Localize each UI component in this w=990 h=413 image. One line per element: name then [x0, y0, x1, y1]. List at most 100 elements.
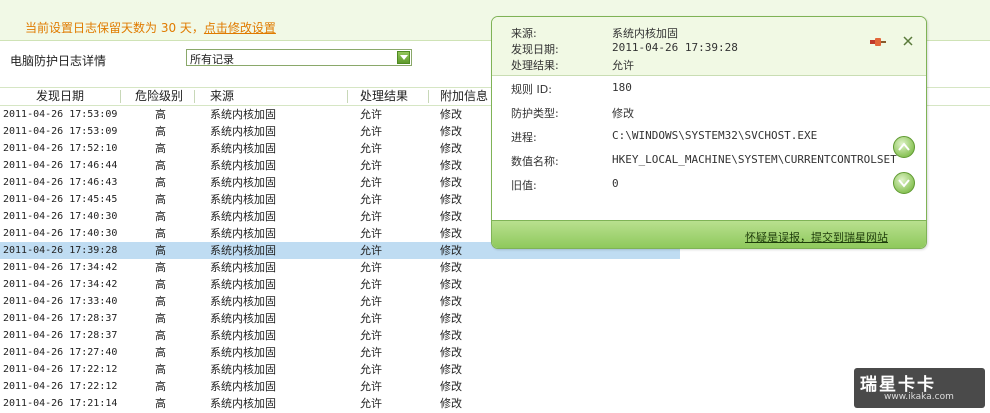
- watermark-url: www.ikaka.com: [884, 392, 954, 402]
- cell-info: 修改: [440, 278, 462, 291]
- column-divider[interactable]: [194, 90, 195, 103]
- cell-source: 系统内核加固: [210, 261, 276, 274]
- column-header-date[interactable]: 发现日期: [36, 88, 84, 105]
- cell-result: 允许: [360, 329, 382, 342]
- table-row[interactable]: 2011-04-26 17:22:12 高 系统内核加固 允许 修改: [0, 361, 990, 378]
- table-row[interactable]: 2011-04-26 17:34:42 高 系统内核加固 允许 修改: [0, 259, 990, 276]
- cell-info: 修改: [440, 380, 462, 393]
- modify-settings-link[interactable]: 点击修改设置: [204, 21, 276, 35]
- cell-result: 允许: [360, 363, 382, 376]
- cell-source: 系统内核加固: [210, 159, 276, 172]
- cell-result: 允许: [360, 159, 382, 172]
- cell-result: 允许: [360, 278, 382, 291]
- chevron-down-icon[interactable]: [397, 51, 410, 64]
- cell-source: 系统内核加固: [210, 312, 276, 325]
- cell-source: 系统内核加固: [210, 176, 276, 189]
- pin-icon[interactable]: [870, 37, 886, 47]
- cell-info: 修改: [440, 397, 462, 410]
- cell-result: 允许: [360, 244, 382, 257]
- cell-date: 2011-04-26 17:22:12: [3, 364, 118, 375]
- cell-date: 2011-04-26 17:28:37: [3, 330, 118, 341]
- table-row[interactable]: 2011-04-26 17:22:12 高 系统内核加固 允许 修改: [0, 378, 990, 395]
- column-header-level[interactable]: 危险级别: [135, 88, 183, 105]
- cell-level: 高: [155, 397, 166, 410]
- table-row[interactable]: 2011-04-26 17:33:40 高 系统内核加固 允许 修改: [0, 293, 990, 310]
- cell-date: 2011-04-26 17:52:10: [3, 143, 118, 154]
- cell-date: 2011-04-26 17:40:30: [3, 211, 118, 222]
- column-header-info[interactable]: 附加信息: [440, 88, 488, 105]
- cell-info: 修改: [440, 312, 462, 325]
- cell-date: 2011-04-26 17:53:09: [3, 126, 118, 137]
- date-value: 2011-04-26 17:39:28: [612, 41, 738, 54]
- cell-source: 系统内核加固: [210, 125, 276, 138]
- cell-info: 修改: [440, 346, 462, 359]
- value-name-label: 数值名称:: [511, 155, 559, 168]
- cell-info: 修改: [440, 193, 462, 206]
- cell-source: 系统内核加固: [210, 363, 276, 376]
- record-filter-value: 所有记录: [190, 53, 234, 66]
- result-label: 处理结果:: [511, 59, 559, 72]
- cell-date: 2011-04-26 17:53:09: [3, 109, 118, 120]
- source-label: 来源:: [511, 27, 537, 40]
- record-filter-select[interactable]: 所有记录: [186, 49, 412, 66]
- source-value: 系统内核加固: [612, 27, 678, 40]
- retention-notice-text: 当前设置日志保留天数为 30 天，: [25, 21, 204, 35]
- watermark-logo: 瑞星卡卡 www.ikaka.com: [854, 368, 985, 408]
- scroll-up-icon[interactable]: [893, 136, 915, 158]
- log-detail-label: 电脑防护日志详情: [10, 54, 107, 68]
- cell-result: 允许: [360, 312, 382, 325]
- cell-info: 修改: [440, 210, 462, 223]
- cell-level: 高: [155, 329, 166, 342]
- process-label: 进程:: [511, 131, 537, 144]
- cell-result: 允许: [360, 125, 382, 138]
- result-value: 允许: [612, 59, 634, 72]
- cell-info: 修改: [440, 261, 462, 274]
- retention-notice: 当前设置日志保留天数为 30 天，点击修改设置: [25, 19, 276, 36]
- cell-date: 2011-04-26 17:46:43: [3, 177, 118, 188]
- cell-level: 高: [155, 363, 166, 376]
- table-row[interactable]: 2011-04-26 17:34:42 高 系统内核加固 允许 修改: [0, 276, 990, 293]
- cell-result: 允许: [360, 295, 382, 308]
- cell-level: 高: [155, 227, 166, 240]
- column-divider[interactable]: [347, 90, 348, 103]
- cell-source: 系统内核加固: [210, 227, 276, 240]
- column-divider[interactable]: [120, 90, 121, 103]
- cell-source: 系统内核加固: [210, 346, 276, 359]
- table-row[interactable]: 2011-04-26 17:28:37 高 系统内核加固 允许 修改: [0, 310, 990, 327]
- table-row[interactable]: 2011-04-26 17:21:14 高 系统内核加固 允许 修改: [0, 395, 990, 412]
- cell-info: 修改: [440, 244, 462, 257]
- scroll-down-icon[interactable]: [893, 172, 915, 194]
- protection-type-label: 防护类型:: [511, 107, 559, 120]
- cell-level: 高: [155, 125, 166, 138]
- cell-date: 2011-04-26 17:39:28: [3, 245, 118, 256]
- date-label: 发现日期:: [511, 43, 559, 56]
- cell-level: 高: [155, 278, 166, 291]
- cell-level: 高: [155, 244, 166, 257]
- cell-level: 高: [155, 346, 166, 359]
- process-value: C:\WINDOWS\SYSTEM32\SVCHOST.EXE: [612, 129, 818, 142]
- cell-date: 2011-04-26 17:34:42: [3, 262, 118, 273]
- cell-result: 允许: [360, 142, 382, 155]
- popup-header: 来源: 系统内核加固 发现日期: 2011-04-26 17:39:28 处理结…: [492, 17, 926, 76]
- report-false-positive-link[interactable]: 怀疑是误报，提交到瑞星网站: [745, 229, 888, 245]
- cell-source: 系统内核加固: [210, 244, 276, 257]
- cell-source: 系统内核加固: [210, 295, 276, 308]
- cell-level: 高: [155, 261, 166, 274]
- cell-info: 修改: [440, 329, 462, 342]
- cell-result: 允许: [360, 176, 382, 189]
- column-header-result[interactable]: 处理结果: [360, 88, 408, 105]
- cell-result: 允许: [360, 380, 382, 393]
- column-header-source[interactable]: 来源: [210, 88, 234, 105]
- close-icon[interactable]: [902, 35, 914, 47]
- table-row[interactable]: 2011-04-26 17:28:37 高 系统内核加固 允许 修改: [0, 327, 990, 344]
- value-name-value: HKEY_LOCAL_MACHINE\SYSTEM\CURRENTCONTROL…: [612, 153, 897, 166]
- cell-level: 高: [155, 142, 166, 155]
- cell-date: 2011-04-26 17:34:42: [3, 279, 118, 290]
- cell-info: 修改: [440, 125, 462, 138]
- protection-type-value: 修改: [612, 107, 634, 120]
- cell-level: 高: [155, 210, 166, 223]
- table-row[interactable]: 2011-04-26 17:27:40 高 系统内核加固 允许 修改: [0, 344, 990, 361]
- cell-level: 高: [155, 312, 166, 325]
- cell-info: 修改: [440, 176, 462, 189]
- column-divider[interactable]: [428, 90, 429, 103]
